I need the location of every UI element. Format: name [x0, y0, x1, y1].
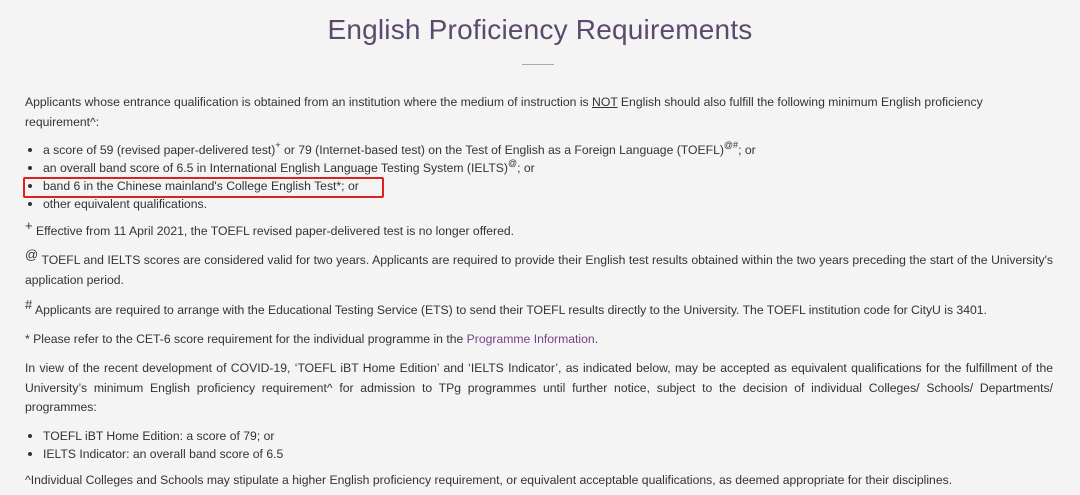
page: English Proficiency Requirements Applica…	[0, 0, 1080, 495]
note-plus: + Effective from 11 April 2021, the TOEF…	[25, 217, 515, 238]
programme-information-link[interactable]: Programme Information	[467, 332, 595, 346]
note-hash: # Applicants are required to arrange wit…	[25, 296, 987, 317]
note-at: @ TOEFL and IELTS scores are considered …	[25, 246, 1053, 287]
bullet-icon	[28, 202, 32, 206]
intro-not-word: NOT	[592, 95, 618, 109]
intro-text-before: Applicants whose entrance qualification …	[25, 95, 593, 109]
requirements-list: a score of 59 (revised paper-delivered t…	[25, 140, 1053, 213]
covid-paragraph: In view of the recent development of COV…	[25, 361, 1053, 414]
list-item: other equivalent qualifications.	[25, 195, 1053, 213]
list-item-highlighted: band 6 in the Chinese mainland's College…	[25, 177, 1053, 195]
note-star: * Please refer to the CET-6 score requir…	[25, 332, 599, 346]
footer-note: ^Individual Colleges and Schools may sti…	[25, 473, 953, 487]
bullet-icon	[28, 452, 32, 456]
list-item: an overall band score of 6.5 in Internat…	[25, 158, 1053, 177]
bullet-icon	[28, 148, 32, 152]
page-title: English Proficiency Requirements	[327, 14, 753, 45]
list-item: a score of 59 (revised paper-delivered t…	[25, 140, 1053, 159]
bullet-icon	[28, 184, 32, 188]
bullet-icon	[28, 166, 32, 170]
list-item: TOEFL iBT Home Edition: a score of 79; o…	[25, 427, 1053, 445]
list-item: IELTS Indicator: an overall band score o…	[25, 445, 1053, 463]
bullet-icon	[28, 434, 32, 438]
intro-paragraph: Applicants whose entrance qualification …	[25, 93, 1053, 132]
covid-list: TOEFL iBT Home Edition: a score of 79; o…	[25, 427, 1053, 463]
title-divider	[522, 64, 554, 65]
